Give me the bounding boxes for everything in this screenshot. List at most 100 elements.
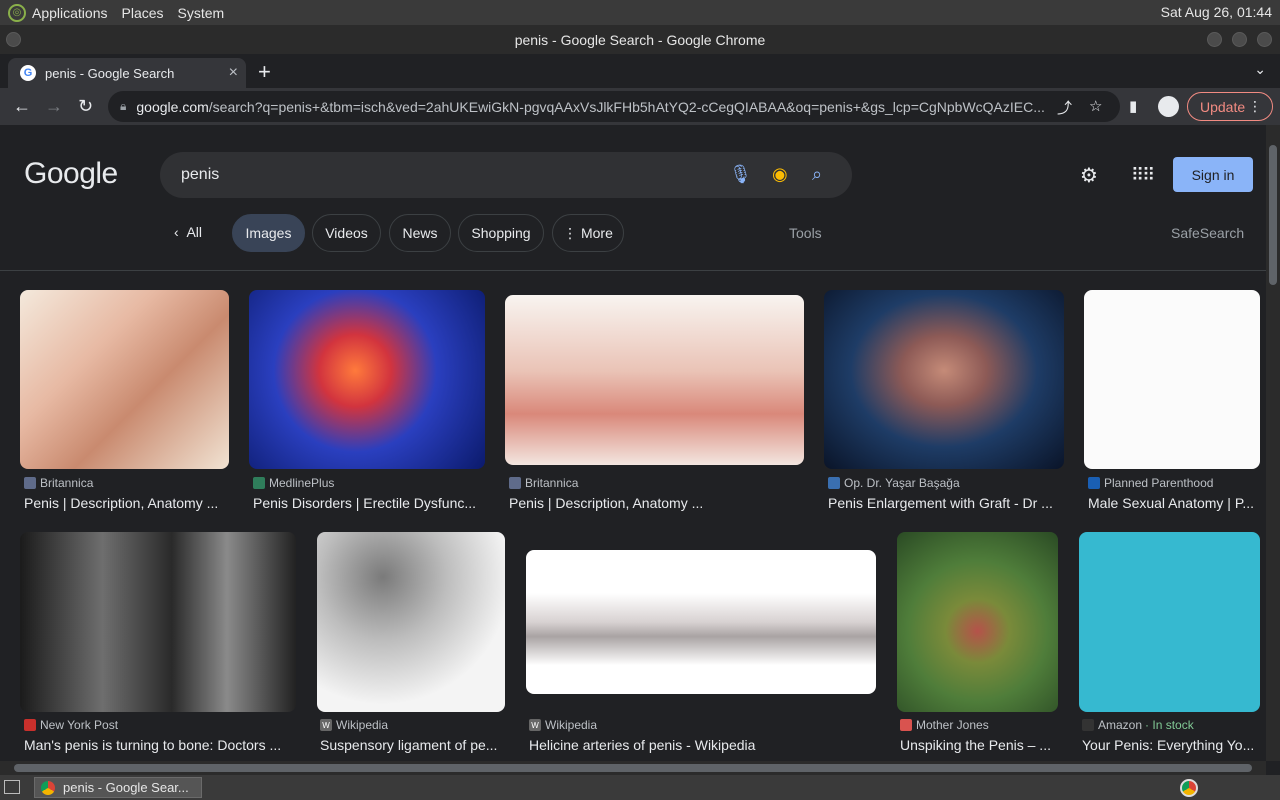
result-source-label: New York Post bbox=[40, 718, 119, 732]
chip-images[interactable]: Images bbox=[232, 214, 305, 252]
os-top-panel: ◎ Applications Places System Sat Aug 26,… bbox=[0, 0, 1280, 25]
window-title: penis - Google Search - Google Chrome bbox=[514, 31, 766, 48]
vertical-scroll-thumb[interactable] bbox=[1269, 145, 1277, 285]
chip-news[interactable]: News bbox=[389, 214, 451, 252]
safesearch-button[interactable]: SafeSearch bbox=[1171, 225, 1244, 241]
in-stock-label: · In stock bbox=[1145, 718, 1194, 732]
mother-jones-favicon-icon bbox=[900, 719, 912, 731]
result-image[interactable] bbox=[1079, 532, 1260, 712]
lock-icon[interactable]: 🔒︎ bbox=[120, 99, 126, 114]
result-image[interactable] bbox=[1084, 290, 1260, 469]
bookmark-star-icon[interactable]: ☆ bbox=[1089, 97, 1102, 115]
chrome-icon bbox=[41, 781, 55, 795]
window-menu-icon[interactable] bbox=[6, 32, 21, 47]
microphone-icon[interactable]: 🎙︎ bbox=[729, 164, 752, 185]
result-source[interactable]: MedlinePlus bbox=[253, 476, 334, 490]
result-source[interactable]: W Wikipedia bbox=[320, 718, 388, 732]
horizontal-scrollbar[interactable] bbox=[0, 761, 1266, 775]
result-source[interactable]: Mother Jones bbox=[900, 718, 989, 732]
result-title[interactable]: Helicine arteries of penis - Wikipedia bbox=[529, 737, 876, 753]
taskbar-item-chrome[interactable]: penis - Google Sear... bbox=[34, 777, 202, 798]
browser-toolbar: ← → ↻ 🔒︎ google.com /search?q=penis+&tbm… bbox=[0, 88, 1280, 125]
menu-places[interactable]: Places bbox=[122, 5, 164, 21]
result-title[interactable]: Suspensory ligament of pe... bbox=[320, 737, 505, 753]
result-title[interactable]: Man's penis is turning to bone: Doctors … bbox=[24, 737, 296, 753]
search-icon[interactable]: ⌕ bbox=[812, 164, 822, 185]
forward-arrow-icon[interactable]: → bbox=[45, 96, 63, 117]
taskbar-item-label: penis - Google Sear... bbox=[63, 780, 189, 795]
result-title[interactable]: Penis Enlargement with Graft - Dr ... bbox=[828, 495, 1064, 511]
medlineplus-favicon-icon bbox=[253, 477, 265, 489]
tab-search-chevron-icon[interactable]: ⌄ bbox=[1254, 61, 1266, 78]
address-bar[interactable]: 🔒︎ google.com /search?q=penis+&tbm=isch&… bbox=[108, 91, 1120, 122]
new-tab-icon[interactable]: + bbox=[258, 59, 271, 85]
settings-gear-icon[interactable]: ⚙ bbox=[1080, 163, 1098, 188]
planned-parenthood-favicon-icon bbox=[1088, 477, 1100, 489]
minimize-icon[interactable] bbox=[1207, 32, 1222, 47]
result-image[interactable] bbox=[526, 550, 876, 694]
maximize-icon[interactable] bbox=[1232, 32, 1247, 47]
result-image[interactable] bbox=[897, 532, 1058, 712]
google-favicon-icon: G bbox=[20, 65, 36, 81]
window-titlebar[interactable]: penis - Google Search - Google Chrome bbox=[0, 25, 1280, 54]
result-source-label: Britannica bbox=[40, 476, 94, 490]
result-source-label: MedlinePlus bbox=[269, 476, 335, 490]
url-path: /search?q=penis+&tbm=isch&ved=2ahUKEwiGk… bbox=[208, 98, 1045, 115]
google-images-page: Google penis 🎙︎ ◉ ⌕ ⚙ ⠿⠿ Sign in ‹ All I… bbox=[0, 125, 1266, 761]
chip-more[interactable]: ⋮ More bbox=[552, 214, 624, 252]
clock[interactable]: Sat Aug 26, 01:44 bbox=[1161, 4, 1272, 20]
result-image[interactable] bbox=[20, 290, 229, 469]
sign-in-button[interactable]: Sign in bbox=[1173, 157, 1253, 192]
result-image[interactable] bbox=[249, 290, 485, 469]
chrome-tray-icon[interactable] bbox=[1180, 779, 1198, 797]
result-title[interactable]: Unspiking the Penis – ... bbox=[900, 737, 1058, 753]
profile-avatar-icon[interactable] bbox=[1158, 96, 1179, 117]
site-favicon-icon bbox=[828, 477, 840, 489]
result-image[interactable] bbox=[317, 532, 505, 712]
result-title[interactable]: Penis | Description, Anatomy ... bbox=[24, 495, 229, 511]
reload-icon[interactable]: ↻ bbox=[78, 96, 93, 117]
os-logo-icon[interactable]: ◎ bbox=[8, 3, 26, 22]
result-source[interactable]: Britannica bbox=[509, 476, 578, 490]
result-image[interactable] bbox=[20, 532, 296, 712]
result-source[interactable]: Britannica bbox=[24, 476, 93, 490]
result-title[interactable]: Penis Disorders | Erectile Dysfunc... bbox=[253, 495, 485, 511]
tab-google-search[interactable]: G penis - Google Search × bbox=[8, 58, 246, 88]
share-icon[interactable]: ⤴ bbox=[1057, 97, 1072, 118]
amazon-favicon-icon bbox=[1082, 719, 1094, 731]
vertical-scrollbar[interactable] bbox=[1266, 125, 1280, 761]
result-title[interactable]: Your Penis: Everything Yo... bbox=[1082, 737, 1260, 753]
google-logo[interactable]: Google bbox=[24, 157, 118, 191]
tab-strip: G penis - Google Search × + ⌄ bbox=[0, 54, 1280, 88]
show-desktop-icon[interactable] bbox=[4, 780, 20, 794]
chip-videos[interactable]: Videos bbox=[312, 214, 381, 252]
result-title[interactable]: Male Sexual Anatomy | P... bbox=[1088, 495, 1260, 511]
tab-close-icon[interactable]: × bbox=[229, 64, 238, 82]
side-panel-icon[interactable]: ▮ bbox=[1129, 97, 1137, 115]
horizontal-scroll-thumb[interactable] bbox=[14, 764, 1252, 772]
result-source[interactable]: Op. Dr. Yaşar Başağa bbox=[828, 476, 960, 490]
result-source[interactable]: New York Post bbox=[24, 718, 118, 732]
back-arrow-icon[interactable]: ← bbox=[13, 96, 31, 117]
menu-applications[interactable]: Applications bbox=[32, 5, 108, 21]
update-button[interactable]: Update ⋮ bbox=[1187, 92, 1273, 121]
result-source[interactable]: Amazon · In stock bbox=[1082, 718, 1194, 732]
search-input[interactable]: penis 🎙︎ ◉ ⌕ bbox=[160, 152, 852, 198]
result-image[interactable] bbox=[505, 295, 804, 465]
chip-all-label: All bbox=[186, 224, 203, 240]
google-apps-grid-icon[interactable]: ⠿⠿ bbox=[1131, 165, 1155, 186]
chip-all[interactable]: ‹ All bbox=[174, 224, 202, 240]
tools-button[interactable]: Tools bbox=[789, 225, 822, 241]
lens-camera-icon[interactable]: ◉ bbox=[772, 164, 788, 185]
result-title[interactable]: Penis | Description, Anatomy ... bbox=[509, 495, 804, 511]
kebab-menu-icon[interactable]: ⋮ bbox=[1248, 98, 1262, 115]
result-source[interactable]: W Wikipedia bbox=[529, 718, 597, 732]
result-source-label: Wikipedia bbox=[336, 718, 389, 732]
os-taskbar: penis - Google Sear... bbox=[0, 775, 1280, 800]
result-image[interactable] bbox=[824, 290, 1064, 469]
menu-system[interactable]: System bbox=[178, 5, 225, 21]
chip-shopping[interactable]: Shopping bbox=[458, 214, 544, 252]
britannica-favicon-icon bbox=[24, 477, 36, 489]
result-source[interactable]: Planned Parenthood bbox=[1088, 476, 1213, 490]
window-close-icon[interactable] bbox=[1257, 32, 1272, 47]
